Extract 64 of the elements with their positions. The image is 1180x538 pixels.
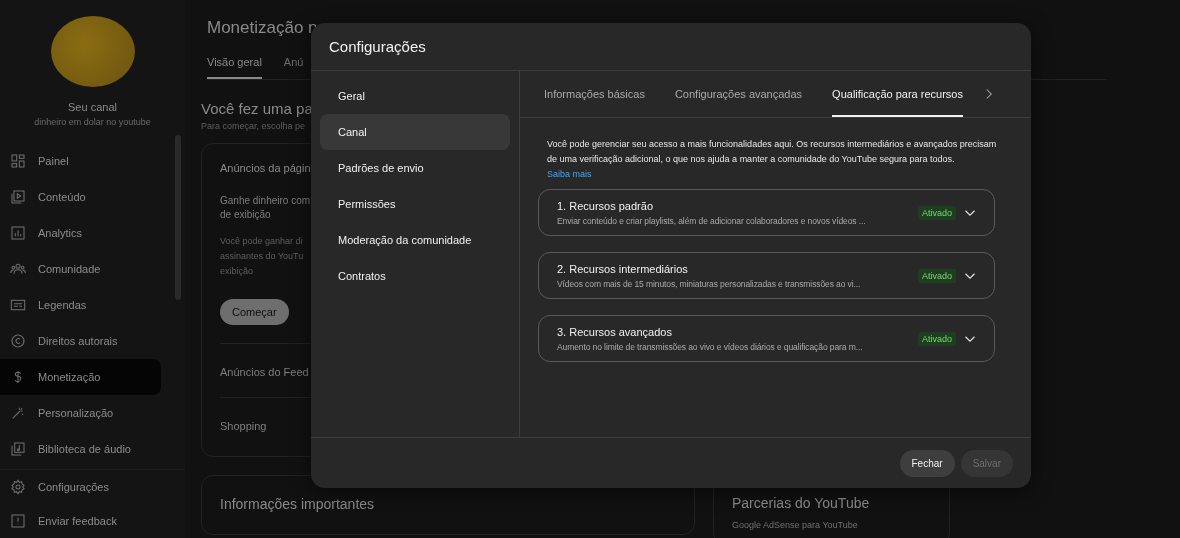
feature-description: Aumento no limite de transmissões ao vivo e vídeos diários e qualificação para m... [557, 341, 864, 352]
sidebar-item[interactable]: Direitos autorais [0, 323, 161, 359]
channel-label: Seu canal [67, 101, 118, 113]
feature-description: Enviar conteúdo e criar playlists, além de adicionar colaboradores e novos vídeos ... [557, 215, 867, 226]
sidebar-item[interactable]: Legendas [0, 287, 161, 323]
learn-more-link[interactable]: Saiba mais [547, 169, 592, 179]
feature-card[interactable]: 3. Recursos avançados Aumento no limite de transmissões ao vivo e vídeos diários e qualificação para m... Ativado [538, 315, 995, 362]
status-badge: Ativado [917, 331, 956, 346]
card-text-line: Ganhe dinheiro com [220, 194, 311, 208]
bar-chart-icon [10, 225, 26, 241]
partner-card-title: Parcerias do YouTube [732, 495, 871, 511]
settings-nav-item[interactable]: Moderação da comunidade [320, 222, 510, 258]
subtitles-icon [10, 297, 26, 313]
magic-wand-icon [10, 405, 26, 421]
play-square-icon [10, 189, 26, 205]
settings-tab[interactable]: Qualificação para recursos [832, 71, 963, 117]
sidebar-item[interactable]: Enviar feedback [0, 504, 161, 538]
sidebar-item[interactable]: Analytics [0, 215, 161, 251]
chevron-right-icon [984, 88, 993, 100]
card-text-line: assinantes do YouTu [220, 250, 304, 263]
sidebar-item[interactable]: Painel [0, 143, 161, 179]
music-library-icon [10, 441, 26, 457]
partner-card-subtitle: Google AdSense para YouTube [732, 520, 859, 530]
settings-nav-item[interactable]: Padrões de envio [320, 150, 510, 186]
settings-tab[interactable]: Informações básicas [544, 71, 645, 117]
feature-title: 3. Recursos avançados [557, 325, 673, 338]
settings-nav-item[interactable]: Canal [320, 114, 510, 150]
settings-tab[interactable]: Configurações avançadas [674, 71, 803, 117]
settings-nav-item[interactable]: Permissões [320, 186, 510, 222]
feature-card[interactable]: 2. Recursos intermediários Vídeos com mais de 15 minutos, miniaturas personalizadas e transmissões ao vi... Ativado [538, 252, 995, 299]
info-card-title: Informações importantes [220, 496, 376, 512]
sidebar-item[interactable]: Personalização [0, 395, 161, 431]
channel-name: dinheiro em dolar no youtube [33, 117, 152, 127]
sidebar-item[interactable]: Monetização [0, 359, 161, 395]
settings-nav-item[interactable]: Contratos [320, 258, 510, 294]
section-subheading: Para começar, escolha pe [201, 121, 306, 131]
settings-nav-item[interactable]: Geral [320, 78, 510, 114]
feature-description: Vídeos com mais de 15 minutos, miniaturas personalizadas e transmissões ao vi... [557, 278, 862, 289]
sidebar-item[interactable]: Configurações [0, 470, 161, 504]
intro-paragraph: Você pode gerenciar seu acesso a mais funcionalidades aqui. Os recursos intermediários e avançados precisam de uma verificação adicional, o que nos ajuda a manter a comunidade do YouTube segura para todos. Saiba mais [547, 138, 998, 181]
close-button[interactable]: Fechar [899, 449, 955, 477]
chevron-down-icon[interactable] [964, 271, 976, 280]
card-text-line: de exibição [220, 208, 272, 222]
start-button[interactable]: Começar [220, 299, 289, 325]
people-icon [10, 261, 26, 277]
feature-card[interactable]: 1. Recursos padrão Enviar conteúdo e criar playlists, além de adicionar colaboradores e novos vídeos ... Ativado [538, 189, 995, 236]
chevron-down-icon[interactable] [964, 208, 976, 217]
gear-icon [10, 479, 26, 495]
feedback-icon [10, 513, 26, 529]
card-title: Anúncios da págin [220, 162, 311, 174]
status-badge: Ativado [917, 205, 956, 220]
sidebar-item[interactable]: Comunidade [0, 251, 161, 287]
page-tab[interactable]: Anú [283, 56, 304, 79]
status-badge: Ativado [917, 268, 956, 283]
copyright-icon [10, 333, 26, 349]
feature-title: 2. Recursos intermediários [557, 262, 689, 275]
chevron-down-icon[interactable] [964, 334, 976, 343]
grid-icon [10, 153, 26, 169]
sidebar-item[interactable]: Biblioteca de áudio [0, 431, 161, 467]
card-text-line: exibição [220, 265, 255, 278]
sidebar-item[interactable]: Conteúdo [0, 179, 161, 215]
card-text-line: Você pode ganhar di [220, 235, 304, 248]
page-tab[interactable]: Visão geral [207, 56, 262, 79]
feature-title: 1. Recursos padrão [557, 199, 654, 212]
